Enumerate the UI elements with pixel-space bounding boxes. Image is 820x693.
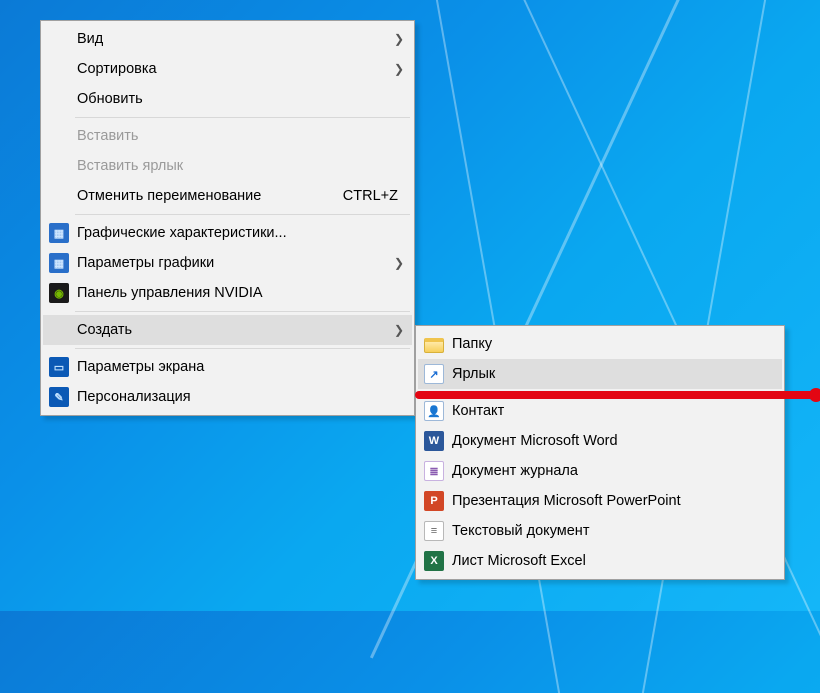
submenu-item-word[interactable]: W Документ Microsoft Word (418, 426, 782, 456)
menu-item-undo-rename[interactable]: Отменить переименование CTRL+Z (43, 181, 412, 211)
intel-icon: ▦ (49, 223, 69, 243)
display-icon: ▭ (49, 357, 69, 377)
menu-item-label: Отменить переименование (77, 188, 343, 204)
chevron-right-icon: ❯ (390, 62, 404, 76)
menu-item-label: Документ Microsoft Word (452, 433, 774, 449)
menu-item-refresh[interactable]: Обновить (43, 84, 412, 114)
personalize-icon: ✎ (49, 387, 69, 407)
menu-item-label: Сортировка (77, 61, 390, 77)
annotation-highlight (415, 391, 820, 399)
desktop-context-menu: Вид ❯ Сортировка ❯ Обновить Вставить Вст… (40, 20, 415, 416)
menu-item-label: Презентация Microsoft PowerPoint (452, 493, 774, 509)
excel-icon: X (424, 551, 444, 571)
menu-separator (75, 311, 410, 312)
journal-icon: ≣ (424, 461, 444, 481)
intel-icon: ▦ (49, 253, 69, 273)
menu-item-label: Вставить ярлык (77, 158, 404, 174)
submenu-new: Папку ↗ Ярлык 👤 Контакт W Документ Micro… (415, 325, 785, 580)
menu-item-label: Персонализация (77, 389, 404, 405)
menu-item-label: Создать (77, 322, 390, 338)
submenu-item-folder[interactable]: Папку (418, 329, 782, 359)
menu-item-label: Графические характеристики... (77, 225, 404, 241)
menu-separator (75, 348, 410, 349)
submenu-item-journal[interactable]: ≣ Документ журнала (418, 456, 782, 486)
word-icon: W (424, 431, 444, 451)
submenu-item-text[interactable]: ≡ Текстовый документ (418, 516, 782, 546)
menu-item-label: Документ журнала (452, 463, 774, 479)
menu-item-nvidia-panel[interactable]: ◉ Панель управления NVIDIA (43, 278, 412, 308)
chevron-right-icon: ❯ (390, 32, 404, 46)
menu-item-graphics-properties[interactable]: ▦ Графические характеристики... (43, 218, 412, 248)
contact-icon: 👤 (424, 401, 444, 421)
menu-item-label: Вид (77, 31, 390, 47)
folder-icon (424, 338, 444, 353)
menu-separator (75, 214, 410, 215)
chevron-right-icon: ❯ (390, 323, 404, 337)
menu-item-label: Лист Microsoft Excel (452, 553, 774, 569)
menu-item-label: Обновить (77, 91, 404, 107)
menu-item-label: Папку (452, 336, 774, 352)
menu-item-label: Вставить (77, 128, 404, 144)
menu-item-label: Контакт (452, 403, 774, 419)
submenu-item-excel[interactable]: X Лист Microsoft Excel (418, 546, 782, 576)
menu-item-view[interactable]: Вид ❯ (43, 24, 412, 54)
menu-item-graphics-options[interactable]: ▦ Параметры графики ❯ (43, 248, 412, 278)
menu-item-paste: Вставить (43, 121, 412, 151)
powerpoint-icon: P (424, 491, 444, 511)
menu-item-paste-shortcut: Вставить ярлык (43, 151, 412, 181)
text-icon: ≡ (424, 521, 444, 541)
menu-item-label: Параметры графики (77, 255, 390, 271)
menu-separator (75, 117, 410, 118)
shortcut-icon: ↗ (424, 364, 444, 384)
menu-item-display-settings[interactable]: ▭ Параметры экрана (43, 352, 412, 382)
menu-item-label: Панель управления NVIDIA (77, 285, 404, 301)
chevron-right-icon: ❯ (390, 256, 404, 270)
menu-item-new[interactable]: Создать ❯ (43, 315, 412, 345)
menu-item-label: Ярлык (452, 366, 774, 382)
submenu-item-powerpoint[interactable]: P Презентация Microsoft PowerPoint (418, 486, 782, 516)
menu-item-label: Параметры экрана (77, 359, 404, 375)
menu-item-sort[interactable]: Сортировка ❯ (43, 54, 412, 84)
menu-item-label: Текстовый документ (452, 523, 774, 539)
nvidia-icon: ◉ (49, 283, 69, 303)
submenu-item-contact[interactable]: 👤 Контакт (418, 396, 782, 426)
menu-item-personalize[interactable]: ✎ Персонализация (43, 382, 412, 412)
menu-item-shortcut: CTRL+Z (343, 188, 404, 204)
submenu-item-shortcut[interactable]: ↗ Ярлык (418, 359, 782, 389)
